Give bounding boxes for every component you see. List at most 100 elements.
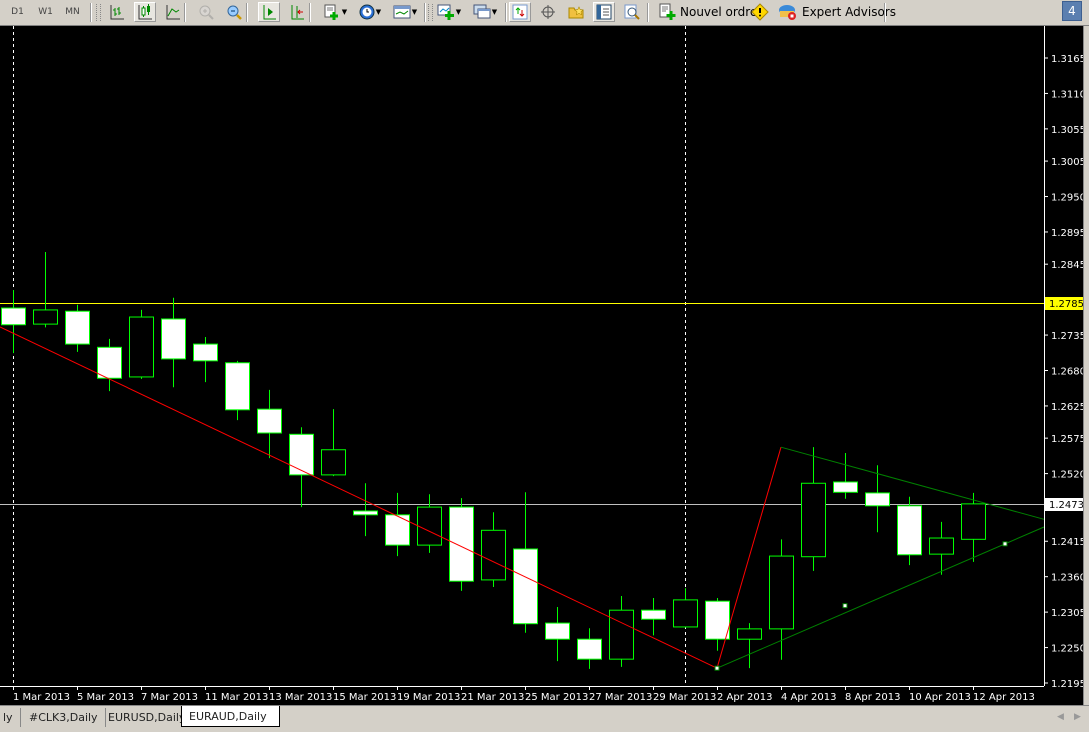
candle-body[interactable] (737, 628, 762, 640)
price-tick-label: 1.3110 (1051, 89, 1083, 100)
candle-body[interactable] (225, 362, 250, 411)
periodicity-icon[interactable]: ▼ (355, 2, 385, 22)
candle-body[interactable] (353, 510, 378, 516)
price-tick-label: 1.2845 (1051, 260, 1083, 271)
candle-body[interactable] (65, 310, 90, 345)
trendline[interactable] (716, 526, 1045, 669)
alert-icon[interactable] (749, 2, 771, 22)
candle-body[interactable] (1, 307, 26, 326)
candle-body[interactable] (193, 343, 218, 362)
line-chart-icon[interactable] (162, 2, 184, 22)
period-mn-button[interactable]: MN (60, 2, 85, 22)
separator (647, 3, 649, 22)
price-tick-label: 1.2575 (1051, 434, 1083, 445)
candle-body[interactable] (321, 449, 346, 476)
data-window-icon[interactable] (593, 2, 615, 22)
zoom-in-icon[interactable] (195, 2, 217, 22)
dropdown-arrow-icon[interactable]: ▼ (342, 8, 347, 16)
zoom-out-icon[interactable] (223, 2, 245, 22)
dropdown-arrow-icon[interactable]: ▼ (412, 8, 417, 16)
candle-body[interactable] (513, 548, 538, 625)
time-tick-label: 21 Mar 2013 (461, 692, 524, 703)
tab-euraud-daily[interactable]: EURAUD,Daily (181, 706, 280, 727)
time-tick-label: 2 Apr 2013 (717, 692, 772, 703)
candle-body[interactable] (609, 609, 634, 660)
candle-body[interactable] (449, 506, 474, 582)
price-chart[interactable]: 1.3165 1.3110 1.3055 1.3005 1.2950 1.2895 1.28… (0, 26, 1083, 705)
market-watch-icon[interactable] (509, 2, 531, 22)
candle-body[interactable] (705, 600, 730, 640)
time-tick-label: 25 Mar 2013 (525, 692, 588, 703)
dropdown-arrow-icon[interactable]: ▼ (456, 8, 461, 16)
candle-body[interactable] (33, 309, 58, 325)
time-tick-label: 7 Mar 2013 (141, 692, 198, 703)
anchor-point[interactable] (1002, 541, 1008, 547)
time-tick-label: 12 Apr 2013 (973, 692, 1035, 703)
chart-shift-icon[interactable] (286, 2, 308, 22)
tab-scroll-right-icon[interactable]: ▶ (1074, 712, 1081, 722)
crosshair-icon[interactable] (537, 2, 559, 22)
candle-body[interactable] (545, 622, 570, 640)
chart-window[interactable]: 1.3165 1.3110 1.3055 1.3005 1.2950 1.2895 1.28… (0, 26, 1083, 705)
candle-body[interactable] (641, 609, 666, 620)
anchor-point[interactable] (714, 665, 720, 671)
price-line-label: 1.2473 (1049, 500, 1083, 511)
tab-scroll-left-icon[interactable]: ◀ (1057, 712, 1064, 722)
period-w1-button[interactable]: W1 (33, 2, 58, 22)
candle-body[interactable] (769, 555, 794, 630)
candle-body[interactable] (481, 529, 506, 581)
strategy-tester-icon[interactable] (621, 2, 643, 22)
time-tick-label: 1 Mar 2013 (13, 692, 70, 703)
price-tick-label: 1.2195 (1051, 679, 1083, 690)
candlestick-chart-icon[interactable] (134, 2, 156, 22)
time-tick-label: 8 Apr 2013 (845, 692, 900, 703)
windows-icon[interactable]: ▼ (470, 2, 500, 22)
vertical-scrollbar[interactable] (1083, 26, 1089, 705)
candle-body[interactable] (385, 514, 410, 546)
tab-eurusd-daily[interactable]: EURUSD,Daily (101, 708, 192, 727)
candle-body[interactable] (257, 408, 282, 434)
time-tick-label: 5 Mar 2013 (77, 692, 134, 703)
candle-body[interactable] (961, 503, 986, 540)
period-d1-button[interactable]: D1 (5, 2, 30, 22)
candle-body[interactable] (865, 492, 890, 507)
candle-body[interactable] (129, 316, 154, 378)
new-chart-icon[interactable]: ▼ (320, 2, 350, 22)
price-tick-label: 1.3005 (1051, 157, 1083, 168)
toolbar-grip[interactable] (428, 4, 433, 21)
anchor-point[interactable] (842, 603, 848, 609)
time-tick-label: 19 Mar 2013 (397, 692, 460, 703)
candle-body[interactable] (289, 433, 314, 476)
candle-body[interactable] (929, 537, 954, 555)
candle-body[interactable] (833, 481, 858, 493)
separator (309, 3, 311, 22)
trendline[interactable] (0, 326, 718, 669)
price-tick-label: 1.2680 (1051, 367, 1083, 378)
bar-chart-icon[interactable] (106, 2, 128, 22)
candle-body[interactable] (673, 599, 698, 628)
dropdown-arrow-icon[interactable]: ▼ (376, 8, 381, 16)
templates-icon[interactable]: ▼ (390, 2, 420, 22)
tab-previous-daily[interactable]: ly (0, 708, 21, 727)
navigator-icon[interactable] (565, 2, 587, 22)
toolbar-grip[interactable] (96, 4, 101, 21)
candle-body[interactable] (97, 346, 122, 379)
candle-body[interactable] (577, 638, 602, 660)
time-tick-label: 15 Mar 2013 (333, 692, 396, 703)
price-tick-label: 1.2250 (1051, 644, 1083, 655)
new-order-button[interactable]: Nouvel ordre (658, 2, 757, 22)
candle-body[interactable] (417, 506, 442, 546)
notification-badge[interactable]: 4 (1062, 1, 1082, 21)
expert-advisors-button[interactable]: Expert Advisors (778, 2, 896, 22)
candle-body[interactable] (897, 505, 922, 556)
price-tick-label: 1.2950 (1051, 193, 1083, 204)
auto-scroll-icon[interactable] (258, 2, 280, 22)
indicators-icon[interactable]: ▼ (434, 2, 464, 22)
price-tick-label: 1.2360 (1051, 573, 1083, 584)
price-tick-label: 1.3165 (1051, 54, 1083, 65)
candle-body[interactable] (161, 318, 186, 360)
new-order-label: Nouvel ordre (680, 5, 758, 19)
tab-clk3-daily[interactable]: #CLK3,Daily (22, 708, 106, 727)
candle-body[interactable] (801, 482, 826, 558)
dropdown-arrow-icon[interactable]: ▼ (492, 8, 497, 16)
